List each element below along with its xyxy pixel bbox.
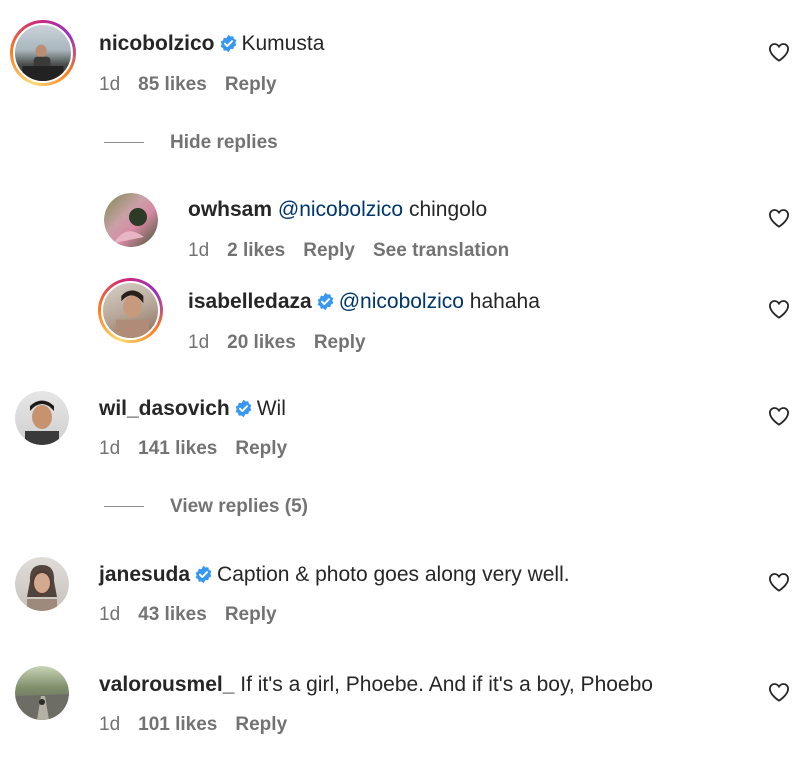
comment-age: 1d xyxy=(99,74,121,95)
verified-badge-icon xyxy=(317,292,334,311)
see-translation-button[interactable]: See translation xyxy=(373,240,509,261)
reply-button[interactable]: Reply xyxy=(235,714,287,735)
mention-link[interactable]: @nicobolzico xyxy=(278,198,403,221)
comment-meta: 1d 85 likes Reply xyxy=(99,73,295,97)
heart-outline-icon[interactable] xyxy=(768,208,790,228)
avatar[interactable] xyxy=(15,666,69,720)
username[interactable]: owhsam xyxy=(188,198,272,221)
comment-line: isabelledaza @nicobolzico hahaha xyxy=(188,288,540,316)
heart-outline-icon[interactable] xyxy=(768,572,790,592)
comment-line: nicobolzico Kumusta xyxy=(99,30,324,58)
comment-text: If it's a girl, Phoebe. And if it's a bo… xyxy=(240,673,653,696)
hide-replies-button[interactable]: Hide replies xyxy=(104,131,278,155)
username[interactable]: nicobolzico xyxy=(99,32,215,55)
username[interactable]: wil_dasovich xyxy=(99,397,230,420)
avatar[interactable] xyxy=(104,193,158,247)
replies-divider xyxy=(104,506,144,508)
comment-age: 1d xyxy=(188,332,210,353)
likes-count[interactable]: 20 likes xyxy=(227,332,296,353)
comment-text: Kumusta xyxy=(241,32,325,55)
likes-count[interactable]: 141 likes xyxy=(138,438,217,459)
heart-outline-icon[interactable] xyxy=(768,42,790,62)
comment-text: Caption & photo goes along very well. xyxy=(217,563,570,586)
avatar[interactable] xyxy=(98,278,163,343)
view-replies-button[interactable]: View replies (5) xyxy=(104,495,308,519)
reply-button[interactable]: Reply xyxy=(235,438,287,459)
replies-toggle-label: Hide replies xyxy=(170,132,278,153)
comment-age: 1d xyxy=(188,240,210,261)
replies-toggle-label: View replies (5) xyxy=(170,496,308,517)
heart-outline-icon[interactable] xyxy=(768,682,790,702)
comment-meta: 1d 141 likes Reply xyxy=(99,437,305,461)
comment-age: 1d xyxy=(99,604,121,625)
comment-line: owhsam @nicobolzico chingolo xyxy=(188,196,487,224)
comment-meta: 1d 20 likes Reply xyxy=(188,331,384,355)
mention-link[interactable]: @nicobolzico xyxy=(339,290,464,313)
comment-line: valorousmel_ If it's a girl, Phoebe. And… xyxy=(99,671,653,699)
likes-count[interactable]: 2 likes xyxy=(227,240,285,261)
avatar[interactable] xyxy=(15,391,69,445)
heart-outline-icon[interactable] xyxy=(768,406,790,426)
comment-age: 1d xyxy=(99,714,121,735)
likes-count[interactable]: 101 likes xyxy=(138,714,217,735)
username[interactable]: janesuda xyxy=(99,563,190,586)
comment-line: janesuda Caption & photo goes along very … xyxy=(99,561,570,589)
reply-button[interactable]: Reply xyxy=(303,240,355,261)
heart-outline-icon[interactable] xyxy=(768,299,790,319)
comment-text: hahaha xyxy=(469,290,540,313)
verified-badge-icon xyxy=(235,399,252,418)
comment-meta: 1d 2 likes Reply See translation xyxy=(188,239,527,263)
reply-button[interactable]: Reply xyxy=(225,74,277,95)
username[interactable]: isabelledaza xyxy=(188,290,312,313)
comment-age: 1d xyxy=(99,438,121,459)
reply-button[interactable]: Reply xyxy=(314,332,366,353)
comment-meta: 1d 101 likes Reply xyxy=(99,713,305,737)
username[interactable]: valorousmel_ xyxy=(99,673,234,696)
comment-text: Wil xyxy=(256,397,286,420)
verified-badge-icon xyxy=(220,34,236,53)
reply-button[interactable]: Reply xyxy=(225,604,277,625)
avatar[interactable] xyxy=(15,557,69,611)
likes-count[interactable]: 43 likes xyxy=(138,604,207,625)
avatar[interactable] xyxy=(10,20,76,86)
comment-text: chingolo xyxy=(408,198,488,221)
comment-line: wil_dasovich Wil xyxy=(99,395,286,423)
comment-meta: 1d 43 likes Reply xyxy=(99,603,295,627)
verified-badge-icon xyxy=(195,565,212,584)
replies-divider xyxy=(104,142,144,144)
likes-count[interactable]: 85 likes xyxy=(138,74,207,95)
